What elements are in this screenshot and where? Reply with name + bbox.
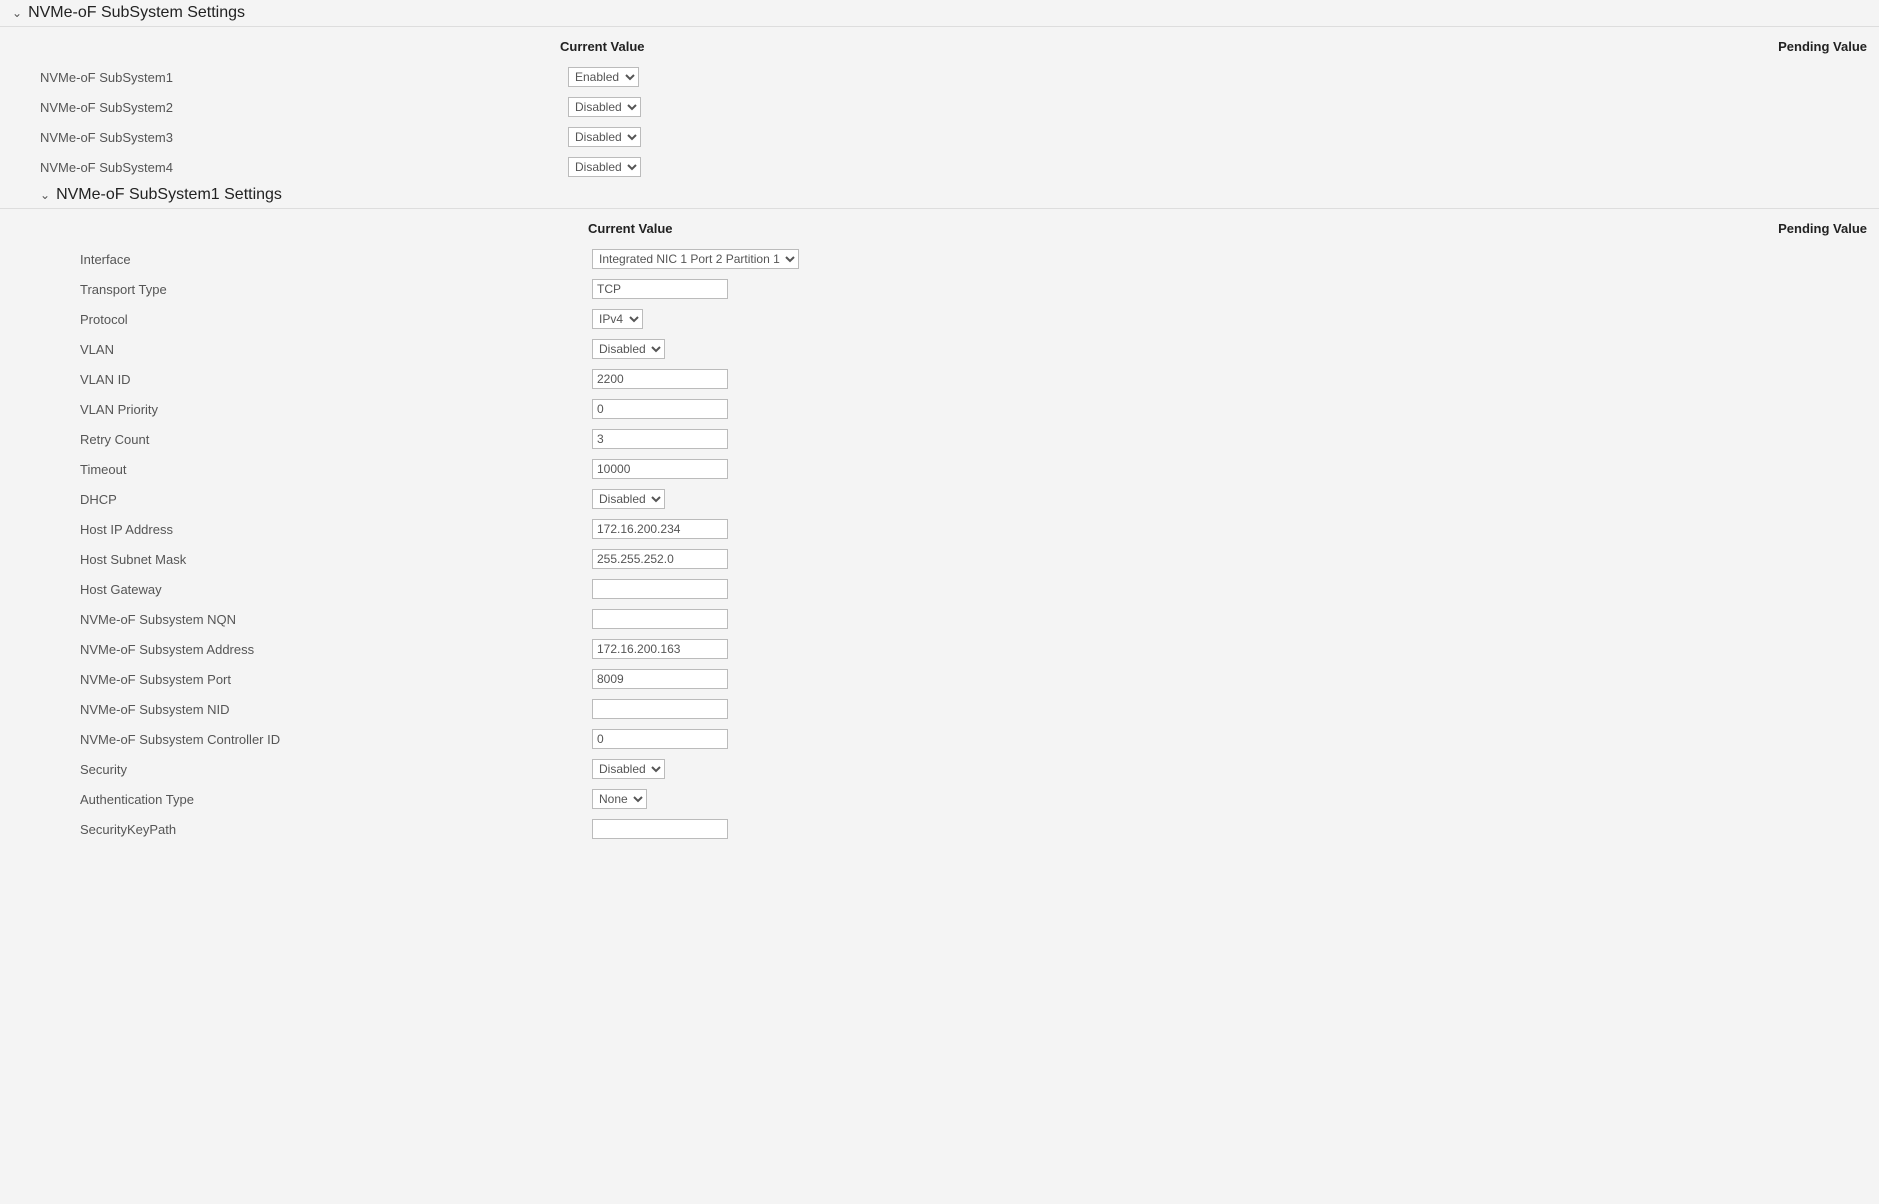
subsystem3-enable-select[interactable]: Disabled [568,127,641,147]
setting-row-vlan: VLANDisabled [0,334,1879,364]
nvme-of-subsystem-nqn-input[interactable] [592,609,728,629]
nvme-of-subsystem-controller-id-input[interactable] [592,729,728,749]
nvme-of-subsystem-nid-input[interactable] [592,699,728,719]
setting-row-host-gateway: Host Gateway [0,574,1879,604]
interface-select[interactable]: Integrated NIC 1 Port 2 Partition 1 [592,249,799,269]
setting-row-retry-count: Retry Count [0,424,1879,454]
setting-label: VLAN [80,342,592,357]
setting-label: Security [80,762,592,777]
vlan-select[interactable]: Disabled [592,339,665,359]
setting-label: Protocol [80,312,592,327]
setting-row-transport-type: Transport Type [0,274,1879,304]
setting-label: Host Gateway [80,582,592,597]
pending-value-header: Pending Value [1778,221,1867,236]
setting-row-authentication-type: Authentication TypeNone [0,784,1879,814]
setting-row-vlan-priority: VLAN Priority [0,394,1879,424]
subsystem-row-2: NVMe-oF SubSystem2Disabled [0,92,1879,122]
section-title: NVMe-oF SubSystem Settings [28,4,245,22]
setting-row-security: SecurityDisabled [0,754,1879,784]
security-select[interactable]: Disabled [592,759,665,779]
authentication-type-select[interactable]: None [592,789,647,809]
retry-count-input[interactable] [592,429,728,449]
setting-row-nvme-of-subsystem-port: NVMe-oF Subsystem Port [0,664,1879,694]
setting-label: NVMe-oF Subsystem Controller ID [80,732,592,747]
current-value-header: Current Value [588,221,673,236]
section-header[interactable]: ⌄ NVMe-oF SubSystem Settings [0,0,1879,27]
setting-label: VLAN Priority [80,402,592,417]
setting-row-securitykeypath: SecurityKeyPath [0,814,1879,844]
setting-label: SecurityKeyPath [80,822,592,837]
chevron-down-icon: ⌄ [12,6,22,20]
vlan-priority-input[interactable] [592,399,728,419]
setting-row-nvme-of-subsystem-nqn: NVMe-oF Subsystem NQN [0,604,1879,634]
nvmeof-subsystem1-settings-section: ⌄ NVMe-oF SubSystem1 Settings Current Va… [0,182,1879,844]
subsystem1-enable-select[interactable]: Enabled [568,67,639,87]
section-title: NVMe-oF SubSystem1 Settings [56,186,282,204]
setting-label: Interface [80,252,592,267]
setting-label: Transport Type [80,282,592,297]
host-gateway-input[interactable] [592,579,728,599]
column-header-row: Current Value Pending Value [0,27,1879,62]
setting-label: DHCP [80,492,592,507]
protocol-select[interactable]: IPv4 [592,309,643,329]
subsystem-label: NVMe-oF SubSystem2 [40,100,568,115]
nvmeof-subsystem-settings-section: ⌄ NVMe-oF SubSystem Settings Current Val… [0,0,1879,182]
setting-label: NVMe-oF Subsystem NID [80,702,592,717]
setting-label: Host IP Address [80,522,592,537]
setting-label: Host Subnet Mask [80,552,592,567]
setting-row-nvme-of-subsystem-controller-id: NVMe-oF Subsystem Controller ID [0,724,1879,754]
column-header-row: Current Value Pending Value [0,209,1879,244]
current-value-header: Current Value [560,39,645,54]
setting-label: VLAN ID [80,372,592,387]
setting-label: Authentication Type [80,792,592,807]
nvme-of-subsystem-port-input[interactable] [592,669,728,689]
timeout-input[interactable] [592,459,728,479]
setting-row-host-ip-address: Host IP Address [0,514,1879,544]
transport-type-input[interactable] [592,279,728,299]
setting-label: NVMe-oF Subsystem NQN [80,612,592,627]
setting-label: Timeout [80,462,592,477]
vlan-id-input[interactable] [592,369,728,389]
nvme-of-subsystem-address-input[interactable] [592,639,728,659]
subsystem-row-3: NVMe-oF SubSystem3Disabled [0,122,1879,152]
subsystem2-enable-select[interactable]: Disabled [568,97,641,117]
securitykeypath-input[interactable] [592,819,728,839]
chevron-down-icon: ⌄ [40,188,50,202]
setting-row-protocol: ProtocolIPv4 [0,304,1879,334]
setting-row-vlan-id: VLAN ID [0,364,1879,394]
subsystem-row-4: NVMe-oF SubSystem4Disabled [0,152,1879,182]
setting-row-host-subnet-mask: Host Subnet Mask [0,544,1879,574]
setting-row-timeout: Timeout [0,454,1879,484]
setting-label: NVMe-oF Subsystem Port [80,672,592,687]
subsystem4-enable-select[interactable]: Disabled [568,157,641,177]
setting-row-nvme-of-subsystem-address: NVMe-oF Subsystem Address [0,634,1879,664]
setting-row-nvme-of-subsystem-nid: NVMe-oF Subsystem NID [0,694,1879,724]
subsystem-label: NVMe-oF SubSystem1 [40,70,568,85]
setting-label: NVMe-oF Subsystem Address [80,642,592,657]
setting-label: Retry Count [80,432,592,447]
subsystem-row-1: NVMe-oF SubSystem1Enabled [0,62,1879,92]
host-subnet-mask-input[interactable] [592,549,728,569]
host-ip-address-input[interactable] [592,519,728,539]
dhcp-select[interactable]: Disabled [592,489,665,509]
subsystem-label: NVMe-oF SubSystem4 [40,160,568,175]
pending-value-header: Pending Value [1778,39,1867,54]
subsystem-label: NVMe-oF SubSystem3 [40,130,568,145]
setting-row-dhcp: DHCPDisabled [0,484,1879,514]
setting-row-interface: InterfaceIntegrated NIC 1 Port 2 Partiti… [0,244,1879,274]
section-header[interactable]: ⌄ NVMe-oF SubSystem1 Settings [0,182,1879,209]
